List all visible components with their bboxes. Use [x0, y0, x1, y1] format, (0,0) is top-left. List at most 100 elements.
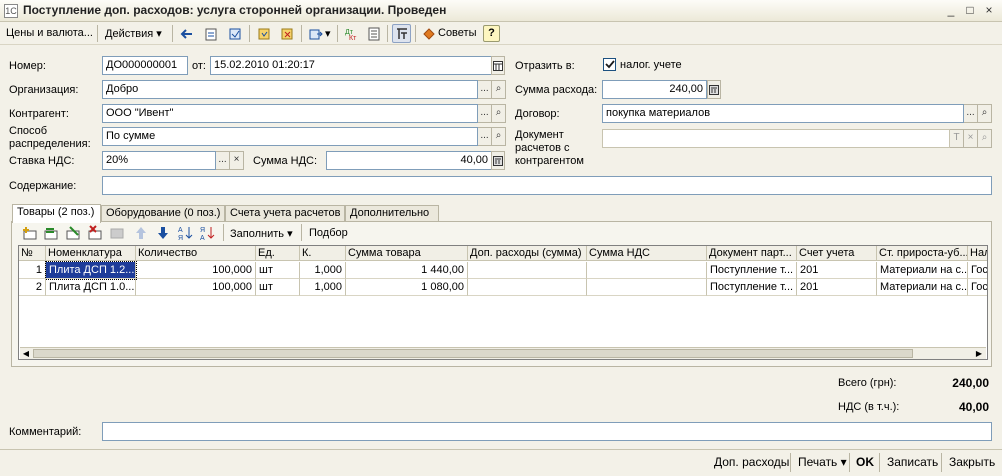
table-cell[interactable]: Материали на с...	[877, 279, 968, 296]
column-header[interactable]: Счет учета	[797, 246, 877, 261]
close-button[interactable]: Закрыть	[949, 455, 995, 469]
close-window-button[interactable]: ×	[982, 4, 996, 18]
goods-table[interactable]: № Номенклатура Количество Ед. К. Сумма т…	[18, 245, 988, 360]
column-header[interactable]: Доп. расходы (сумма)	[468, 246, 587, 261]
type-select-icon[interactable]: T	[950, 129, 964, 148]
table-cell[interactable]: 201	[797, 262, 877, 279]
ellipsis-icon[interactable]: ...	[478, 104, 492, 123]
prices-currency-button[interactable]: Цены и валюта...	[6, 27, 93, 39]
structure-icon[interactable]	[392, 24, 411, 43]
sort-descending-icon[interactable]: ЯA	[200, 225, 216, 244]
ellipsis-icon[interactable]: ...	[216, 151, 230, 170]
table-cell[interactable]	[587, 279, 707, 296]
column-header[interactable]: Документ парт...	[707, 246, 797, 261]
settlement-doc-field[interactable]	[602, 129, 950, 148]
table-cell[interactable]: Материали на с...	[877, 262, 968, 279]
vat-sum-field[interactable]: 40,00	[326, 151, 492, 170]
vat-rate-field[interactable]: 20%	[102, 151, 216, 170]
extra-costs-button[interactable]: Доп. расходы	[714, 455, 789, 469]
number-field[interactable]: ДО000000001	[102, 56, 188, 75]
ok-button[interactable]: OK	[856, 455, 874, 469]
copy-row-icon[interactable]	[43, 225, 59, 244]
table-cell[interactable]: Поступление т...	[707, 279, 797, 296]
fill-menu-button[interactable]: Заполнить ▾	[230, 227, 293, 240]
document-list-icon[interactable]	[201, 24, 220, 43]
comment-field[interactable]	[102, 422, 992, 441]
print-menu-button[interactable]: Печать ▾	[798, 455, 847, 469]
search-icon[interactable]: ⌕	[978, 104, 992, 123]
scrollbar-thumb[interactable]	[33, 349, 913, 358]
table-cell[interactable]	[587, 262, 707, 279]
table-cell[interactable]: 2	[19, 279, 46, 296]
ellipsis-icon[interactable]: ...	[478, 127, 492, 146]
delete-row-icon[interactable]	[87, 225, 103, 244]
contractor-field[interactable]: ООО "Ивент"	[102, 104, 478, 123]
table-cell[interactable]: шт	[256, 262, 300, 279]
table-cell[interactable]: 1,000	[300, 279, 346, 296]
refresh-icon[interactable]	[225, 24, 244, 43]
tab-settlement-accounts[interactable]: Счета учета расчетов	[225, 205, 345, 222]
column-header[interactable]: Номенклатура	[46, 246, 136, 261]
help-icon[interactable]: ?	[483, 25, 500, 42]
column-header[interactable]: №	[19, 246, 46, 261]
table-cell[interactable]: Гос	[968, 279, 987, 296]
table-cell[interactable]: Гос	[968, 262, 987, 279]
edit-row-icon[interactable]	[65, 225, 81, 244]
sort-ascending-icon[interactable]: AЯ	[178, 225, 194, 244]
table-cell[interactable]: 100,000	[136, 262, 256, 279]
scroll-left-icon[interactable]: ◀	[20, 348, 32, 359]
report-icon[interactable]	[364, 24, 383, 43]
advice-icon[interactable]	[419, 24, 438, 43]
move-up-icon[interactable]	[133, 225, 149, 244]
table-cell[interactable]: Поступление т...	[707, 262, 797, 279]
column-header[interactable]: Количество	[136, 246, 256, 261]
clear-icon[interactable]: ×	[230, 151, 244, 170]
table-cell[interactable]: Плита ДСП 1.0...	[46, 279, 136, 296]
selection-button[interactable]: Подбор	[309, 227, 348, 239]
search-icon[interactable]: ⌕	[978, 129, 992, 148]
calendar-icon[interactable]	[491, 56, 505, 75]
expense-sum-field[interactable]: 240,00	[602, 80, 707, 99]
search-icon[interactable]: ⌕	[492, 127, 506, 146]
ellipsis-icon[interactable]: ...	[478, 80, 492, 99]
add-row-icon[interactable]	[22, 225, 38, 244]
scroll-right-icon[interactable]: ▶	[973, 348, 985, 359]
organization-field[interactable]: Добро	[102, 80, 478, 99]
minimize-button[interactable]: _	[944, 4, 958, 18]
save-document-icon[interactable]	[254, 24, 273, 43]
date-field[interactable]: 15.02.2010 01:20:17	[210, 56, 492, 75]
create-based-on-icon[interactable]	[306, 24, 325, 43]
table-cell[interactable]: 1 080,00	[346, 279, 468, 296]
tab-additional[interactable]: Дополнительно	[345, 205, 439, 222]
table-cell[interactable]: 100,000	[136, 279, 256, 296]
tab-goods[interactable]: Товары (2 поз.)	[12, 204, 101, 223]
table-cell[interactable]: шт	[256, 279, 300, 296]
table-cell[interactable]: 1	[19, 262, 46, 279]
maximize-button[interactable]: □	[963, 4, 977, 18]
actions-menu-button[interactable]: Действия ▾	[105, 27, 162, 40]
table-cell[interactable]: 201	[797, 279, 877, 296]
table-cell[interactable]	[468, 279, 587, 296]
content-field[interactable]	[102, 176, 992, 195]
advice-button[interactable]: Советы	[438, 27, 476, 39]
ellipsis-icon[interactable]: ...	[964, 104, 978, 123]
table-cell[interactable]: 1 440,00	[346, 262, 468, 279]
table-cell[interactable]	[468, 262, 587, 279]
tab-equipment[interactable]: Оборудование (0 поз.)	[101, 205, 225, 222]
column-header[interactable]: К.	[300, 246, 346, 261]
debit-credit-icon[interactable]: Дт Кт	[342, 24, 361, 43]
column-header[interactable]: Сумма товара	[346, 246, 468, 261]
chevron-down-icon[interactable]: ▾	[325, 27, 331, 40]
calculator-icon[interactable]	[491, 151, 505, 170]
post-document-icon[interactable]	[177, 24, 196, 43]
horizontal-scrollbar[interactable]: ◀ ▶	[20, 347, 986, 359]
column-header[interactable]: Ст. прироста-уб...	[877, 246, 968, 261]
column-header[interactable]: Нал	[968, 246, 987, 261]
save-button[interactable]: Записать	[887, 455, 938, 469]
unpost-document-icon[interactable]	[277, 24, 296, 43]
table-cell[interactable]: 1,000	[300, 262, 346, 279]
search-icon[interactable]: ⌕	[492, 80, 506, 99]
column-header[interactable]: Ед.	[256, 246, 300, 261]
table-cell[interactable]: Плита ДСП 1.2...	[45, 261, 137, 280]
move-down-icon[interactable]	[155, 225, 171, 244]
